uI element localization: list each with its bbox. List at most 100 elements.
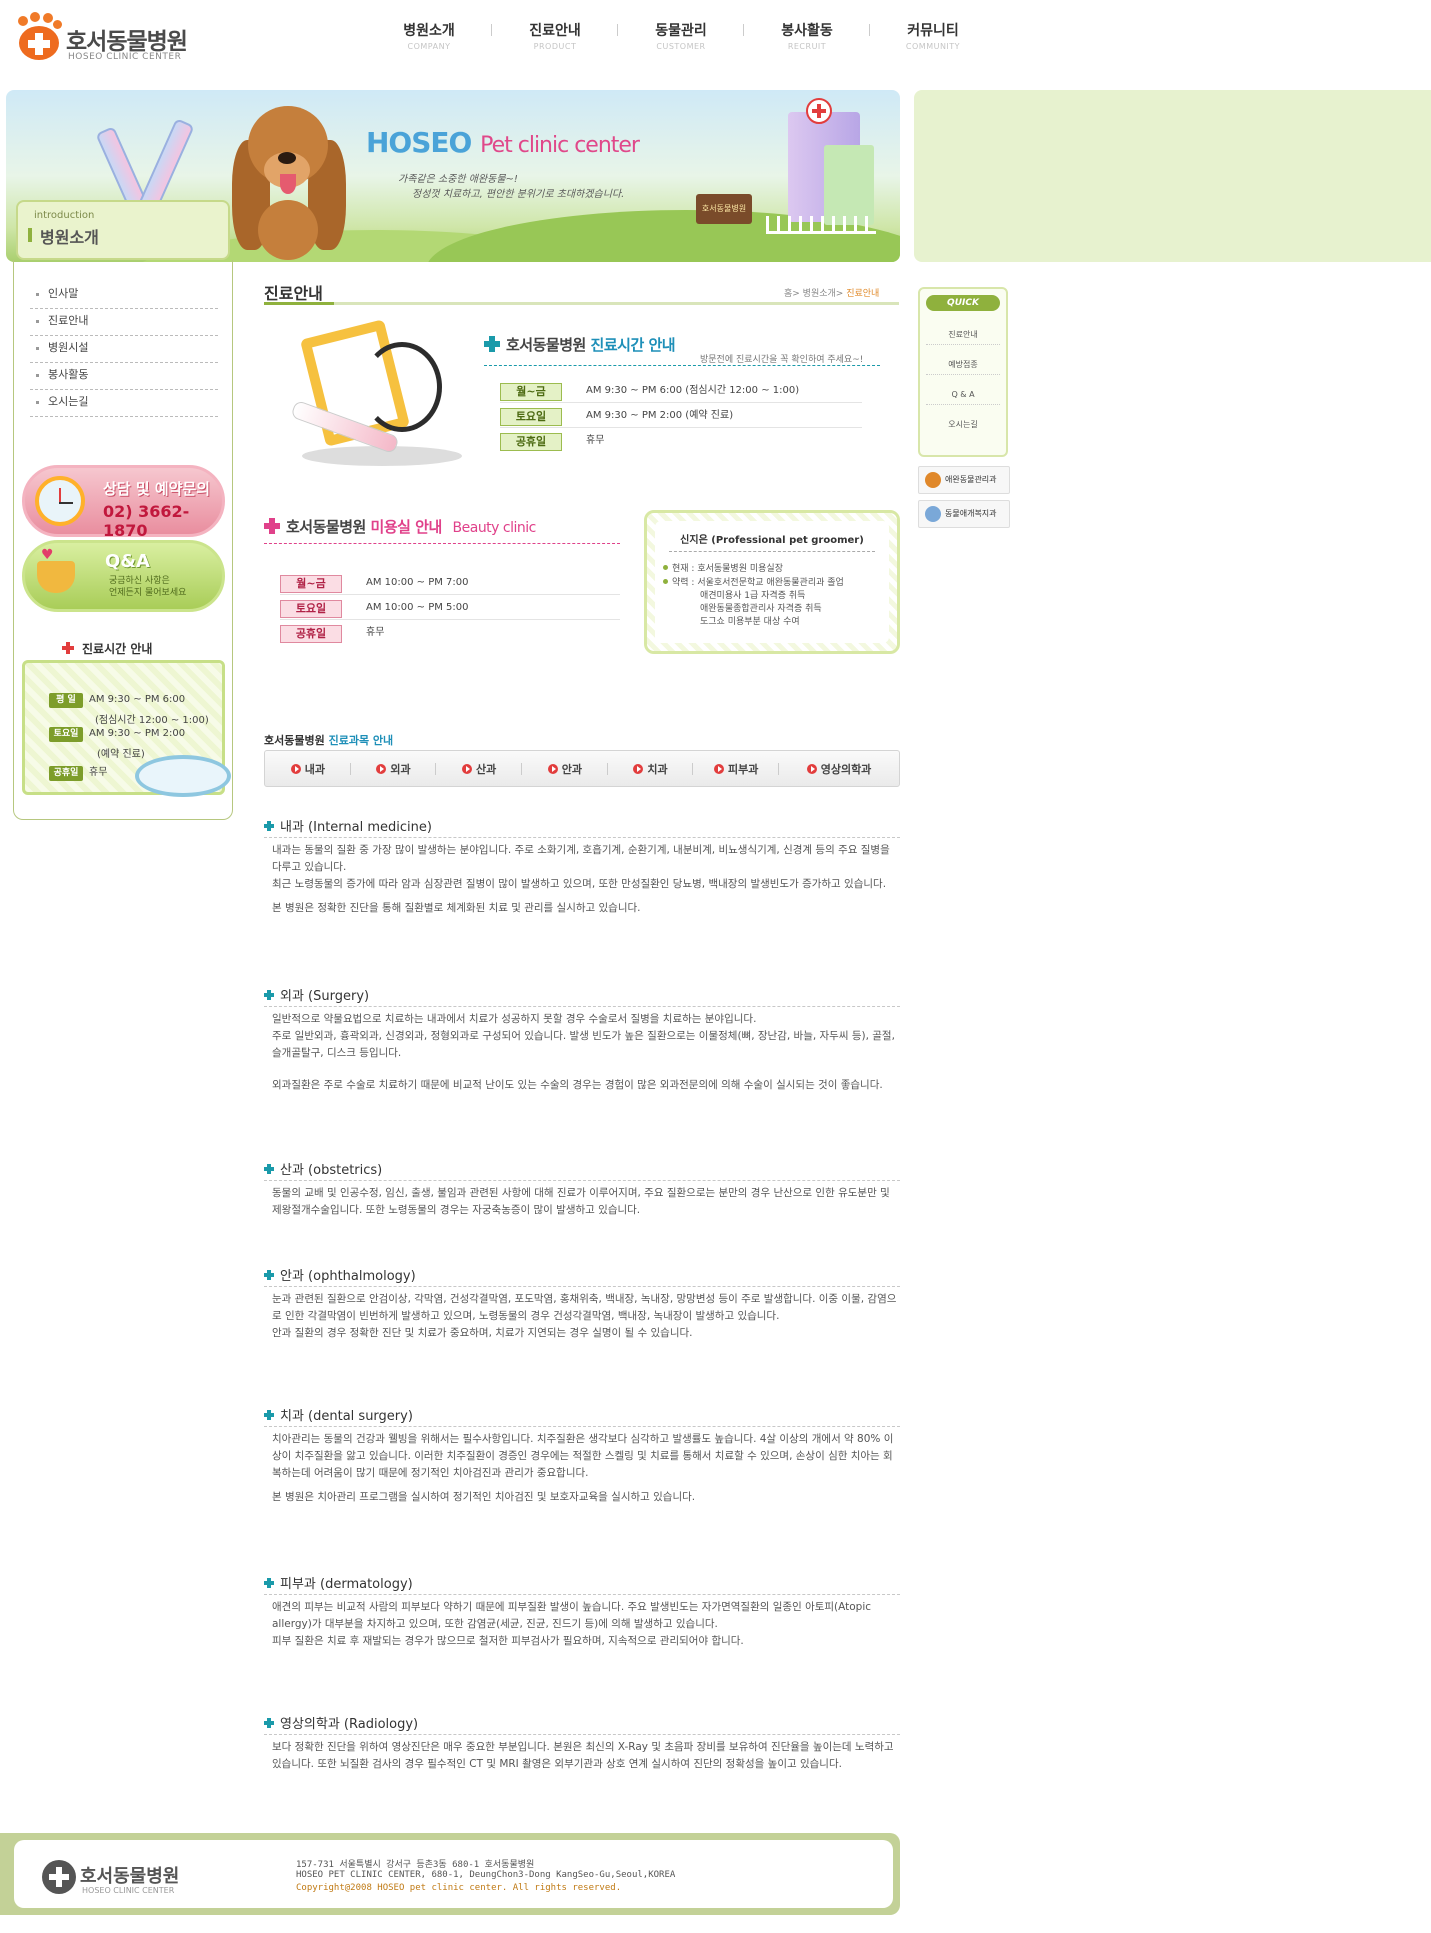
nav-item-product[interactable]: 진료안내 PRODUCT — [492, 20, 618, 60]
quick-item-qa[interactable]: Q & A — [926, 385, 1000, 405]
pink-cross-icon — [264, 518, 280, 534]
bullet-icon — [663, 579, 668, 584]
quick-banner-pet-care[interactable]: 애완동물관리과 — [918, 466, 1010, 494]
tab-label: 피부과 — [728, 762, 759, 776]
department-title-text: 치과 (dental surgery) — [280, 1409, 413, 1424]
hours-text: 휴무 — [89, 767, 108, 778]
site-logo[interactable]: 호서동물병원 HOSEO CLINIC CENTER — [16, 12, 191, 66]
quick-banner-label: 동물애개복지과 — [945, 509, 997, 518]
breadcrumb-path[interactable]: 홈> 병원소개> — [784, 289, 846, 299]
department-title: 피부과 (dermatology) — [264, 1573, 900, 1592]
clinic-hours-title-b: 진료시간 안내 — [590, 336, 676, 354]
tab-label: 외과 — [390, 762, 411, 776]
quick-banner-label: 애완동물관리과 — [945, 475, 997, 484]
quick-banner-animal-welfare[interactable]: 동물애개복지과 — [918, 500, 1010, 528]
quick-item-directions[interactable]: 오시는길 — [926, 415, 1000, 435]
department-radiology: 영상의학과 (Radiology) 보다 정확한 진단을 위하여 영상진단은 매… — [264, 1713, 900, 1773]
sidebar-item-volunteer[interactable]: 봉사활동 — [30, 363, 218, 390]
department-title-text: 영상의학과 (Radiology) — [280, 1717, 419, 1732]
quick-item-vaccination[interactable]: 예방접종 — [926, 355, 1000, 375]
hours-value: 휴무 — [366, 627, 385, 638]
groomer-name: 신지은 (Professional pet groomer) — [680, 535, 864, 546]
groomer-career-line: 애완동물종합관리사 자격증 취득 — [700, 604, 822, 614]
nav-label: 동물관리 — [655, 23, 707, 39]
logo-subtitle: HOSEO CLINIC CENTER — [68, 52, 182, 62]
sidebar-title-ko: 병원소개 — [40, 228, 99, 247]
nav-label: 병원소개 — [403, 23, 455, 39]
beauty-hours-row: 공휴일 휴무 — [280, 623, 620, 645]
footer-logo-name: 호서동물병원 — [80, 1866, 180, 1887]
heart-icon: ♥ — [41, 547, 54, 563]
day-tag: 월~금 — [500, 383, 562, 401]
nav-sublabel: RECRUIT — [787, 42, 827, 51]
sidebar-item-clinic-info[interactable]: 진료안내 — [30, 309, 218, 336]
department-title-text: 피부과 (dermatology) — [280, 1577, 413, 1592]
dog-illustration — [228, 100, 348, 260]
footer: 호서동물병원 HOSEO CLINIC CENTER 157-731 서울특별시… — [0, 1833, 900, 1915]
sidebar-item-greeting[interactable]: 인사말 — [30, 282, 218, 309]
nav-sublabel: COMPANY — [407, 42, 451, 51]
clipboard-stethoscope-illustration — [282, 319, 472, 472]
plus-icon — [264, 821, 274, 831]
hours-value: AM 9:30 ~ PM 2:00 (예약 진료) — [586, 410, 734, 421]
department-dental: 치과 (dental surgery) 치아관리는 동물의 건강과 웰빙을 위해… — [264, 1405, 900, 1506]
department-paragraph: 본 병원은 치아관리 프로그램을 실시하여 정기적인 치아검진 및 보호자교육을… — [272, 1491, 696, 1503]
nav-item-company[interactable]: 병원소개 COMPANY — [366, 20, 492, 60]
arrow-icon — [290, 763, 301, 774]
department-title: 영상의학과 (Radiology) — [264, 1713, 900, 1732]
hours-tag: 토요일 — [49, 727, 83, 742]
banner-title-main: HOSEO — [366, 126, 472, 159]
quick-menu-header: QUICK — [926, 295, 1000, 311]
tab-label: 치과 — [647, 762, 668, 776]
department-title: 산과 (obstetrics) — [264, 1159, 900, 1178]
groomer-career-text: 약력 : 서울호서전문학교 애완동물관리과 졸업 — [672, 578, 844, 588]
tab-obstetrics[interactable]: 산과 — [436, 761, 523, 777]
hours-subtext: (예약 진료) — [97, 749, 145, 760]
clinic-hours-heading: 호서동물병원 진료시간 안내 — [484, 334, 676, 355]
qa-banner[interactable]: ♥ Q&A 궁금하신 사항은 언제든지 물어보세요 — [22, 540, 225, 612]
department-internal-medicine: 내과 (Internal medicine) 내과는 동물의 질환 중 가장 많… — [264, 816, 900, 917]
banner-copy-line1: 가족같은 소중한 애완동물~! — [398, 174, 518, 185]
arrow-icon — [376, 763, 387, 774]
department-divider — [264, 1426, 900, 1427]
counsel-title: 상담 및 예약문의 — [103, 480, 211, 498]
nav-sublabel: PRODUCT — [533, 42, 577, 51]
plus-icon — [264, 1718, 274, 1728]
tab-surgery[interactable]: 외과 — [351, 761, 437, 777]
department-title-a: 호서동물병원 — [264, 734, 325, 747]
day-tag: 공휴일 — [500, 433, 562, 451]
footer-logo[interactable]: 호서동물병원 HOSEO CLINIC CENTER — [42, 1858, 192, 1902]
quick-item-clinic-info[interactable]: 진료안내 — [926, 325, 1000, 345]
department-heading: 호서동물병원 진료과목 안내 — [264, 732, 393, 748]
nav-item-recruit[interactable]: 봉사활동 RECRUIT — [744, 20, 870, 60]
groomer-career-line: 애견미용사 1급 자격증 취득 — [700, 591, 806, 601]
hours-row: 토요일 AM 9:30 ~ PM 2:00 — [49, 727, 185, 742]
tab-internal-medicine[interactable]: 내과 — [265, 761, 351, 777]
groomer-career: 약력 : 서울호서전문학교 애완동물관리과 졸업 — [663, 577, 844, 590]
sidebar-item-directions[interactable]: 오시는길 — [30, 390, 218, 417]
tab-dental[interactable]: 치과 — [608, 761, 694, 777]
hours-tag: 평 일 — [49, 693, 83, 708]
groomer-divider — [669, 551, 875, 552]
department-paragraph: 내과는 동물의 질환 중 가장 많이 발생하는 분야입니다. 주로 소화기계, … — [272, 844, 890, 873]
nav-label: 봉사활동 — [781, 23, 833, 39]
tab-ophthalmology[interactable]: 안과 — [522, 761, 608, 777]
department-title-text: 외과 (Surgery) — [280, 989, 370, 1004]
plate-clock-icon — [135, 755, 231, 797]
counsel-reservation-banner[interactable]: 상담 및 예약문의 02) 3662-1870 — [22, 465, 225, 540]
department-title-text: 내과 (Internal medicine) — [280, 820, 432, 835]
nav-item-customer[interactable]: 동물관리 CUSTOMER — [618, 20, 744, 60]
department-ophthalmology: 안과 (ophthalmology) 눈과 관련된 질환으로 안검이상, 각막염… — [264, 1265, 900, 1342]
beauty-title-c: Beauty clinic — [452, 520, 537, 536]
department-dermatology: 피부과 (dermatology) 애견의 피부는 비교적 사람의 피부보다 약… — [264, 1573, 900, 1650]
tab-dermatology[interactable]: 피부과 — [693, 761, 780, 777]
plus-icon — [264, 1578, 274, 1588]
hours-value: AM 9:30 ~ PM 6:00 (점심시간 12:00 ~ 1:00) — [586, 385, 800, 396]
tab-radiology[interactable]: 영상의학과 — [779, 761, 899, 777]
nav-item-community[interactable]: 커뮤니티 COMMUNITY — [870, 20, 996, 60]
paw-cross-logo-icon — [16, 12, 62, 60]
groomer-current: 현재 : 호서동물병원 미용실장 — [663, 563, 783, 576]
groomer-current-text: 현재 : 호서동물병원 미용실장 — [672, 564, 783, 574]
day-tag: 월~금 — [280, 575, 342, 593]
sidebar-item-facilities[interactable]: 병원시설 — [30, 336, 218, 363]
